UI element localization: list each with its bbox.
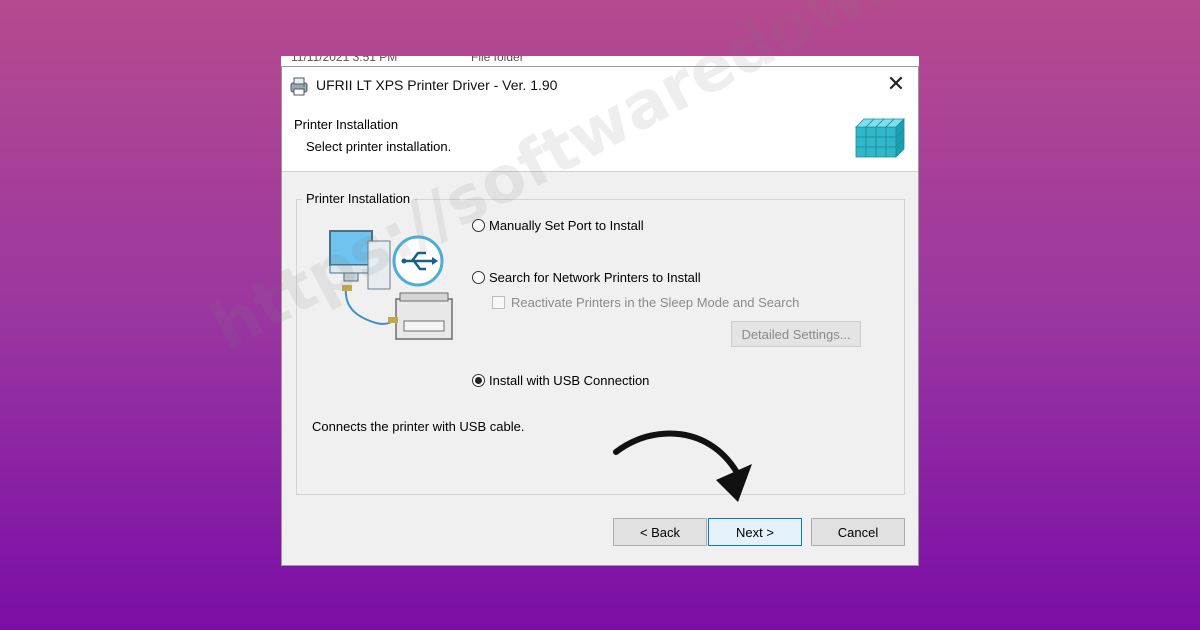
header-subtitle: Select printer installation. [306,139,452,154]
header-title: Printer Installation [294,117,399,132]
title-bar[interactable]: UFRII LT XPS Printer Driver - Ver. 1.90 … [282,67,918,105]
cancel-button[interactable]: Cancel [811,518,905,546]
option-network-search[interactable]: Search for Network Printers to Install [472,268,701,286]
background-type-text: File folder [471,56,524,64]
next-button[interactable]: Next > [708,518,802,546]
option-manual-port-label: Manually Set Port to Install [489,217,644,233]
option-manual-port[interactable]: Manually Set Port to Install [472,216,644,234]
window-title: UFRII LT XPS Printer Driver - Ver. 1.90 [316,77,558,93]
radio-manual-port[interactable] [472,218,485,232]
radio-usb-connection[interactable] [472,373,485,387]
group-label: Printer Installation [302,191,415,206]
detailed-settings-button: Detailed Settings... [731,321,861,347]
computer-printer-usb-illustration [329,230,453,340]
back-button[interactable]: < Back [613,518,707,546]
radio-network-search[interactable] [472,270,485,284]
option-usb-connection[interactable]: Install with USB Connection [472,371,649,389]
wizard-header: Printer Installation Select printer inst… [282,105,918,172]
close-button[interactable]: ✕ [884,73,908,97]
option-usb-connection-label: Install with USB Connection [489,372,650,388]
option-network-search-label: Search for Network Printers to Install [489,269,701,285]
reactivate-checkbox [492,295,505,309]
background-date-text: 11/11/2021 3:51 PM [291,56,398,64]
option-description: Connects the printer with USB cable. [312,419,525,434]
pointer-arrow-icon [613,430,752,502]
close-icon: ✕ [886,72,906,97]
reactivate-checkbox-row: Reactivate Printers in the Sleep Mode an… [492,293,799,311]
printer-app-icon [290,77,308,96]
installer-cubes-icon [855,118,905,158]
reactivate-label: Reactivate Printers in the Sleep Mode an… [511,294,800,310]
